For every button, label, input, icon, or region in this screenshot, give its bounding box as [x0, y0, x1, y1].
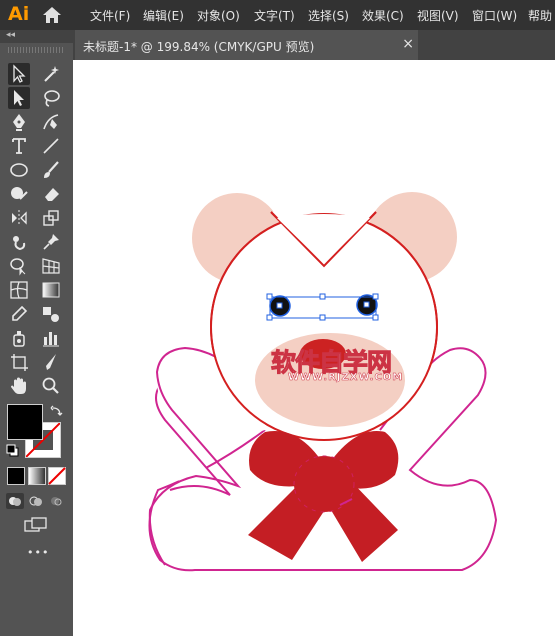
lasso-tool-icon[interactable] — [40, 87, 62, 109]
tools-panel-header: ◂◂ — [0, 30, 73, 43]
eraser-tool-icon[interactable] — [40, 183, 62, 205]
selection-handle[interactable] — [319, 293, 326, 300]
pen-tool-icon[interactable] — [8, 111, 30, 133]
column-graph-tool-icon[interactable] — [40, 327, 62, 349]
mesh-tool-icon[interactable] — [8, 279, 30, 301]
color-mode-icon[interactable] — [7, 467, 25, 485]
default-colors-icon[interactable] — [6, 444, 20, 458]
shaper-tool-icon[interactable] — [8, 183, 30, 205]
document-tab-bar: 未标题-1* @ 199.84% (CMYK/GPU 预览) × — [73, 30, 555, 60]
menu-view[interactable]: 视图(V) — [417, 7, 459, 24]
paintbrush-tool-icon[interactable] — [40, 159, 62, 181]
gradient-tool-icon[interactable] — [40, 279, 62, 301]
hand-tool-icon[interactable] — [8, 375, 30, 397]
more-tools-icon[interactable]: ••• — [27, 546, 49, 559]
artboard-canvas[interactable]: 软件自学网 WWW.RJZXW.COM — [73, 60, 555, 636]
reflect-tool-icon[interactable] — [8, 207, 30, 229]
fill-swatch[interactable] — [7, 404, 43, 440]
swap-colors-icon[interactable] — [50, 404, 64, 418]
blend-tool-icon[interactable] — [40, 303, 62, 325]
perspective-grid-tool-icon[interactable] — [40, 255, 62, 277]
menu-effect[interactable]: 效果(C) — [362, 7, 404, 24]
curvature-tool-icon[interactable] — [40, 111, 62, 133]
scale-tool-icon[interactable] — [40, 207, 62, 229]
panel-grip[interactable] — [8, 47, 65, 53]
menu-object[interactable]: 对象(O) — [197, 7, 240, 24]
selection-handle[interactable] — [372, 293, 379, 300]
type-tool-icon[interactable] — [8, 135, 30, 157]
shape-builder-tool-icon[interactable] — [8, 255, 30, 277]
selection-handle[interactable] — [266, 314, 273, 321]
symbol-sprayer-tool-icon[interactable] — [8, 327, 30, 349]
none-mode-icon[interactable] — [48, 467, 66, 485]
close-icon[interactable]: × — [402, 36, 414, 52]
zoom-tool-icon[interactable] — [40, 375, 62, 397]
menu-help[interactable]: 帮助 — [528, 7, 552, 24]
line-segment-tool-icon[interactable] — [40, 135, 62, 157]
document-tab-title: 未标题-1* @ 199.84% (CMYK/GPU 预览) — [83, 40, 315, 54]
ellipse-tool-icon[interactable] — [8, 159, 30, 181]
slice-tool-icon[interactable] — [40, 351, 62, 373]
puppet-warp-tool-icon[interactable] — [8, 231, 30, 253]
artboard-tool-icon[interactable] — [8, 351, 30, 373]
draw-modes-icon[interactable] — [5, 492, 67, 510]
menu-edit[interactable]: 编辑(E) — [143, 7, 184, 24]
document-tab[interactable]: 未标题-1* @ 199.84% (CMYK/GPU 预览) × — [75, 30, 418, 60]
selection-handle[interactable] — [372, 314, 379, 321]
app-logo: Ai — [8, 3, 30, 25]
menu-type[interactable]: 文字(T) — [254, 7, 295, 24]
menu-select[interactable]: 选择(S) — [308, 7, 349, 24]
selection-handle[interactable] — [319, 314, 326, 321]
gradient-mode-icon[interactable] — [28, 467, 46, 485]
direct-selection-tool-icon[interactable] — [8, 87, 30, 109]
home-icon[interactable] — [42, 6, 62, 24]
anchor-point[interactable] — [276, 302, 283, 309]
menu-file[interactable]: 文件(F) — [90, 7, 130, 24]
screen-mode-icon[interactable] — [24, 517, 48, 533]
watermark-url: WWW.RJZXW.COM — [288, 372, 404, 384]
collapse-icon[interactable]: ◂◂ — [6, 30, 15, 40]
magic-wand-tool-icon[interactable] — [40, 63, 62, 85]
menu-window[interactable]: 窗口(W) — [472, 7, 517, 24]
menu-bar: Ai 文件(F) 编辑(E) 对象(O) 文字(T) 选择(S) 效果(C) 视… — [0, 0, 555, 30]
eyedropper-tool-icon[interactable] — [8, 303, 30, 325]
tools-panel: ◂◂ ••• — [0, 30, 73, 636]
selection-tool-icon[interactable] — [8, 63, 30, 85]
selection-handle[interactable] — [266, 293, 273, 300]
pin-tool-icon[interactable] — [40, 231, 62, 253]
anchor-point[interactable] — [363, 301, 370, 308]
